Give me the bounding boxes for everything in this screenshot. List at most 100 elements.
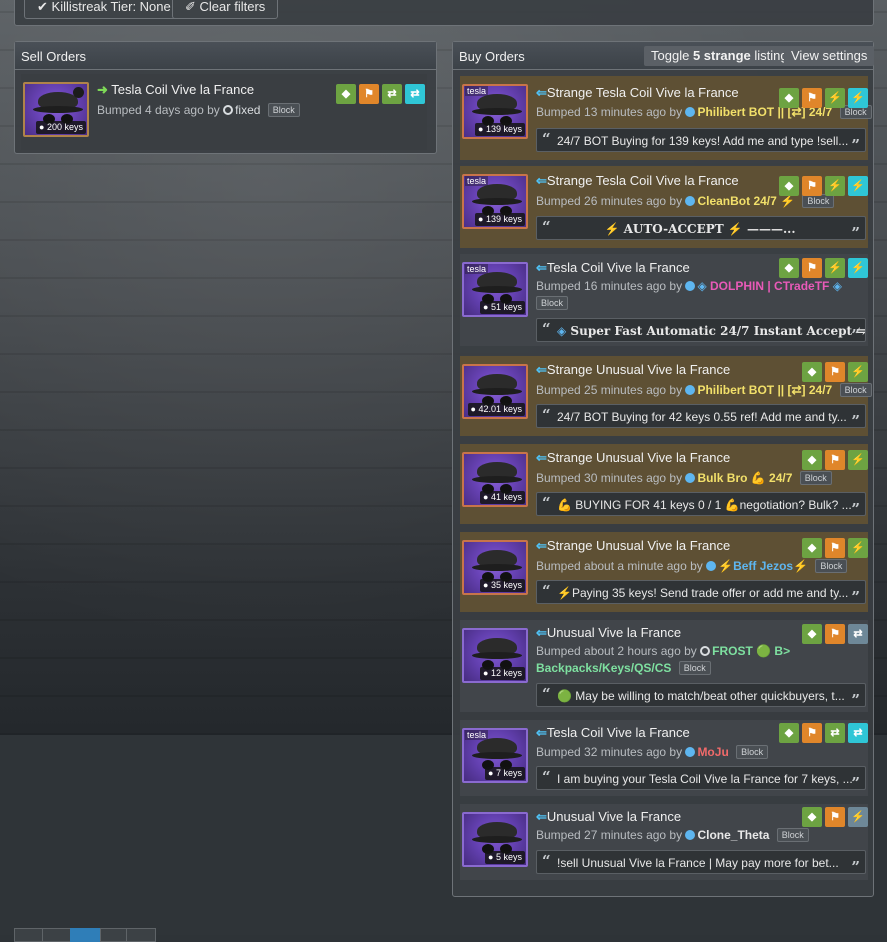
user-link[interactable]: Clone_Theta [697, 828, 769, 842]
clear-filters-button[interactable]: ✐ Clear filters [172, 0, 279, 19]
quote-icon: “ [542, 768, 551, 786]
item-thumbnail[interactable]: ● 200 keys [23, 82, 89, 137]
swap-icon[interactable]: ⇄ [848, 723, 868, 743]
page-button[interactable] [126, 928, 156, 942]
swap-icon[interactable]: ⇄ [848, 624, 868, 644]
price-tag-icon[interactable]: ◆ [802, 538, 822, 558]
block-button[interactable]: Block [267, 103, 300, 117]
user-link-cont[interactable]: Backpacks/Keys/QS/CS [536, 661, 671, 675]
item-thumbnail[interactable]: ● 42.01 keys [462, 364, 528, 419]
item-thumbnail[interactable]: ● 41 keys [462, 452, 528, 507]
lightning-icon[interactable]: ⚡ [825, 176, 845, 196]
price-tag-icon: ● [483, 302, 489, 312]
flag-icon[interactable]: ⚑ [825, 807, 845, 827]
buy-listing[interactable]: ● 12 keys ⇐Unusual Vive la France Bumped… [460, 620, 868, 712]
flag-icon[interactable]: ⚑ [802, 723, 822, 743]
item-thumbnail[interactable]: tesla ● 139 keys [462, 84, 528, 139]
buy-listing[interactable]: tesla ● 7 keys ⇐Tesla Coil Vive la Franc… [460, 720, 868, 796]
diamond-icon: ◈ [557, 324, 567, 338]
buy-listing[interactable]: ● 41 keys ⇐Strange Unusual Vive la Franc… [460, 444, 868, 524]
page-button[interactable] [42, 928, 72, 942]
buy-listing[interactable]: tesla ● 139 keys ⇐Strange Tesla Coil Viv… [460, 76, 872, 160]
item-name: ⇐Tesla Coil Vive la France [536, 260, 690, 275]
user-link[interactable]: Bulk Bro 💪 24/7 [697, 471, 792, 485]
price-tag-icon[interactable]: ◆ [779, 258, 799, 278]
block-button[interactable]: Block [776, 828, 809, 842]
quote-icon: “ [542, 852, 551, 870]
toggle-strange-button[interactable]: Toggle 5 strange listings [644, 46, 802, 66]
price-tag-icon[interactable]: ◆ [779, 88, 799, 108]
block-button[interactable]: Block [678, 661, 711, 675]
killstreak-filter-button[interactable]: ✔ Killistreak Tier: None [24, 0, 184, 19]
user-link[interactable]: ⚡Beff Jezos⚡ [718, 559, 808, 573]
lightning-icon[interactable]: ⚡ [848, 258, 868, 278]
block-button[interactable]: Block [799, 471, 832, 485]
sell-listing[interactable]: ● 200 keys ➜ Tesla Coil Vive la France B… [21, 74, 427, 150]
flag-icon[interactable]: ⚑ [825, 624, 845, 644]
flag-icon[interactable]: ⚑ [825, 450, 845, 470]
price-tag-icon[interactable]: ◆ [802, 624, 822, 644]
listing-actions: ◆ ⚑ ⚡ [799, 807, 868, 827]
lightning-icon[interactable]: ⚡ [825, 88, 845, 108]
quote-icon: ” [851, 224, 860, 240]
price-badge: ● 5 keys [485, 851, 525, 864]
lightning-icon[interactable]: ⚡ [848, 807, 868, 827]
item-thumbnail[interactable]: tesla ● 139 keys [462, 174, 528, 229]
swap-icon[interactable]: ⇄ [405, 84, 425, 104]
lightning-icon[interactable]: ⚡ [848, 450, 868, 470]
bumped-line: Bumped 26 minutes ago by CleanBot 24/7 ⚡… [536, 194, 835, 208]
lightning-icon[interactable]: ⚡ [848, 88, 868, 108]
item-thumbnail[interactable]: ● 12 keys [462, 628, 528, 683]
block-button[interactable]: Block [802, 194, 835, 208]
lightning-icon[interactable]: ⚡ [848, 538, 868, 558]
price-tag-icon[interactable]: ◆ [779, 176, 799, 196]
price-tag-icon[interactable]: ◆ [779, 723, 799, 743]
item-thumbnail[interactable]: ● 5 keys [462, 812, 528, 867]
page-button-active[interactable] [70, 928, 100, 942]
buy-listing[interactable]: tesla ● 51 keys ⇐Tesla Coil Vive la Fran… [460, 254, 868, 346]
user-link[interactable]: DOLPHIN | CTradeTF [710, 279, 829, 293]
swap-icon[interactable]: ⇄ [382, 84, 402, 104]
buy-listing[interactable]: tesla ● 139 keys ⇐Strange Tesla Coil Viv… [460, 166, 868, 248]
block-button[interactable]: Block [815, 559, 848, 573]
flag-icon[interactable]: ⚑ [825, 362, 845, 382]
swap-icon[interactable]: ⇄ [825, 723, 845, 743]
flag-icon[interactable]: ⚑ [359, 84, 379, 104]
buy-listing[interactable]: ● 35 keys ⇐Strange Unusual Vive la Franc… [460, 532, 868, 612]
user-link[interactable]: MoJu [697, 745, 728, 759]
price-tag-icon[interactable]: ◆ [802, 362, 822, 382]
item-thumbnail[interactable]: tesla ● 7 keys [462, 728, 528, 783]
lightning-icon[interactable]: ⚡ [848, 362, 868, 382]
item-thumbnail[interactable]: ● 35 keys [462, 540, 528, 595]
user-link[interactable]: fixed [235, 103, 260, 117]
listing-comment: “💪 BUYING FOR 41 keys 0 / 1 💪negotiation… [536, 492, 866, 516]
view-settings-button[interactable]: View settings [784, 46, 875, 66]
listing-comment: “🟢 May be willing to match/beat other qu… [536, 683, 866, 707]
user-link[interactable]: Philibert BOT || [⇄] 24/7 [697, 383, 832, 397]
page-button[interactable] [14, 928, 44, 942]
flag-icon[interactable]: ⚑ [802, 258, 822, 278]
price-tag-icon[interactable]: ◆ [802, 807, 822, 827]
block-button[interactable]: Block [839, 383, 872, 397]
price-tag-icon[interactable]: ◆ [802, 450, 822, 470]
sell-orders-title: Sell Orders [21, 49, 87, 64]
lightning-icon[interactable]: ⚡ [848, 176, 868, 196]
buy-listing[interactable]: ● 5 keys ⇐Unusual Vive la France Bumped … [460, 804, 868, 880]
block-button[interactable]: Block [736, 745, 769, 759]
bumped-line: Bumped about a minute ago by ⚡Beff Jezos… [536, 559, 848, 573]
online-status-icon [685, 281, 696, 291]
user-link[interactable]: CleanBot 24/7 ⚡ [697, 194, 795, 208]
price-tag-icon: ● [39, 122, 45, 132]
flag-icon[interactable]: ⚑ [825, 538, 845, 558]
quote-icon: “ [542, 320, 551, 338]
quote-icon: ” [851, 136, 860, 152]
user-link[interactable]: FROST 🟢 B> [712, 644, 790, 658]
buy-listing[interactable]: ● 42.01 keys ⇐Strange Unusual Vive la Fr… [460, 356, 872, 436]
price-tag-icon[interactable]: ◆ [336, 84, 356, 104]
flag-icon[interactable]: ⚑ [802, 88, 822, 108]
flag-icon[interactable]: ⚑ [802, 176, 822, 196]
item-thumbnail[interactable]: tesla ● 51 keys [462, 262, 528, 317]
lightning-icon[interactable]: ⚡ [825, 258, 845, 278]
arrow-right-icon: ➜ [97, 82, 108, 97]
block-button[interactable]: Block [536, 296, 569, 310]
